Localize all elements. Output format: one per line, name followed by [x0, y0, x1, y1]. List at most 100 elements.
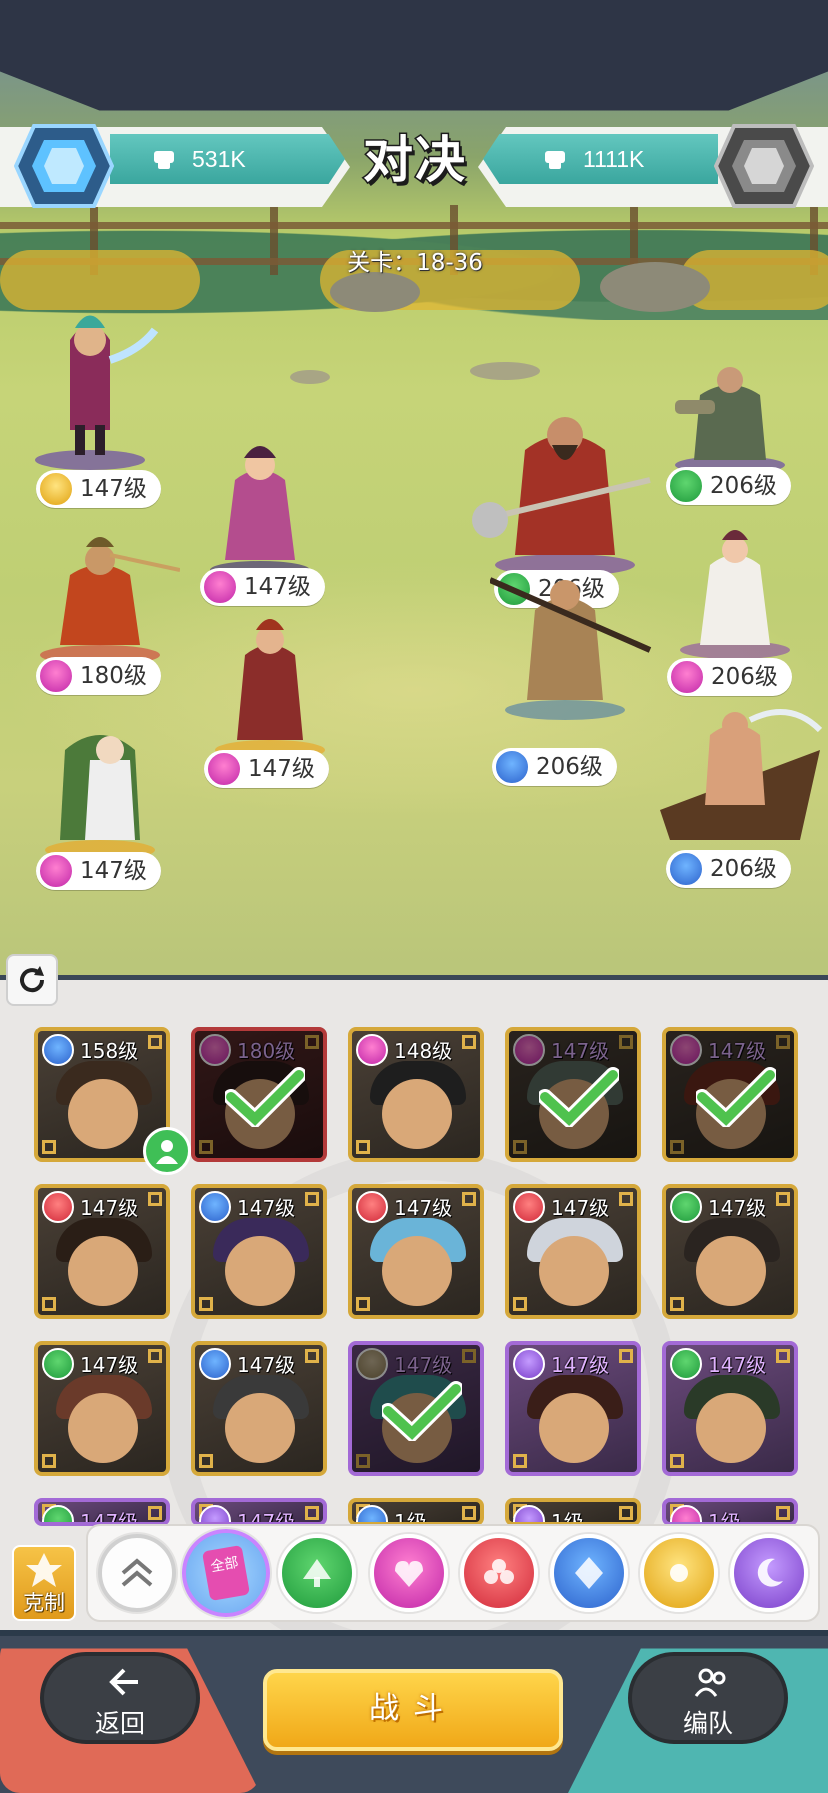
- refresh-button[interactable]: [6, 954, 58, 1006]
- heart-element-icon: [199, 1034, 231, 1066]
- hero-level: 147级: [708, 1039, 767, 1063]
- hero-level: 147级: [237, 1510, 296, 1526]
- fist-icon: [545, 151, 565, 169]
- hero-card[interactable]: 1级: [505, 1498, 641, 1526]
- hero-level: 147级: [237, 1196, 296, 1220]
- chevron-up-icon: [121, 1558, 153, 1587]
- unit-level-tag: 206级: [666, 850, 791, 888]
- unit-level: 147级: [80, 476, 147, 502]
- enemy-unit[interactable]: 206级: [660, 700, 828, 890]
- wood-element-icon: [42, 1348, 74, 1380]
- heart-element-icon: [670, 1505, 702, 1522]
- enemy-power: 1111K: [483, 134, 718, 184]
- water-element-icon: [42, 1034, 74, 1066]
- hero-card[interactable]: 147级: [34, 1184, 170, 1319]
- ally-unit[interactable]: 147级: [20, 300, 161, 508]
- moon-icon: [757, 1558, 783, 1587]
- filter-fire-button[interactable]: [460, 1534, 538, 1612]
- ally-unit[interactable]: 147级: [200, 610, 350, 790]
- heart-element-icon: [356, 1034, 388, 1066]
- enemy-unit[interactable]: 206级: [490, 560, 680, 786]
- arrow-left-icon: [109, 1668, 138, 1696]
- warrior-sprite: [35, 315, 159, 470]
- hero-card[interactable]: 147级: [34, 1341, 170, 1476]
- filter-wood-button[interactable]: [278, 1534, 356, 1612]
- grey-element-icon: [356, 1348, 388, 1380]
- team-icon: [694, 1668, 726, 1697]
- ally-unit[interactable]: 180级: [30, 525, 180, 705]
- enemy-unit[interactable]: 206级: [665, 520, 825, 700]
- hero-card[interactable]: 180级: [191, 1027, 327, 1162]
- unit-level-tag: 180级: [36, 657, 161, 695]
- hero-level: 158级: [80, 1039, 139, 1063]
- hero-level: 1级: [551, 1510, 584, 1526]
- heart-element-icon: [202, 569, 238, 605]
- warrior-sprite: [210, 446, 310, 579]
- hero-card[interactable]: 147级: [505, 1341, 641, 1476]
- heart-element-icon: [206, 751, 242, 787]
- warrior-sprite: [490, 577, 652, 720]
- hero-level: 147级: [80, 1353, 139, 1377]
- checkmark-icon: [382, 1381, 462, 1441]
- counter-button[interactable]: 克制: [12, 1545, 76, 1621]
- filter-heart-button[interactable]: [370, 1534, 448, 1612]
- hero-card[interactable]: 147级: [505, 1184, 641, 1319]
- refresh-icon: [20, 966, 45, 993]
- unit-level: 147级: [248, 756, 315, 782]
- hero-card[interactable]: 147级: [191, 1498, 327, 1526]
- filter-all-label: 全部: [201, 1544, 251, 1602]
- hero-card[interactable]: 147级: [348, 1341, 484, 1476]
- hero-level: 1级: [394, 1510, 427, 1526]
- filter-all-button[interactable]: 全部: [182, 1529, 270, 1617]
- hero-card[interactable]: 147级: [191, 1184, 327, 1319]
- unit-level: 147级: [80, 858, 147, 884]
- filter-dark-button[interactable]: [730, 1534, 808, 1612]
- wood-element-icon: [303, 1559, 331, 1587]
- player-power: 531K: [110, 134, 345, 184]
- hero-card[interactable]: 1级: [662, 1498, 798, 1526]
- hero-card[interactable]: 147级: [348, 1184, 484, 1319]
- top-bar: 531K 1111K 对决: [0, 0, 828, 208]
- water-element-icon: [199, 1348, 231, 1380]
- checkmark-icon: [225, 1067, 305, 1127]
- hero-card[interactable]: 147级: [191, 1341, 327, 1476]
- hero-card[interactable]: 148级: [348, 1027, 484, 1162]
- assist-badge: [143, 1127, 191, 1175]
- hero-card[interactable]: 147级: [662, 1341, 798, 1476]
- ally-unit[interactable]: 147级: [200, 430, 340, 610]
- team-button[interactable]: 编队: [628, 1652, 788, 1744]
- hero-level: 147级: [708, 1196, 767, 1220]
- filter-light-button[interactable]: [640, 1534, 718, 1612]
- heart-element-icon: [38, 658, 74, 694]
- unit-level-tag: 206级: [492, 748, 617, 786]
- water-element-icon: [668, 851, 704, 887]
- fight-button[interactable]: 战斗: [263, 1669, 563, 1751]
- light-element-icon: [38, 471, 74, 507]
- water-element-icon: [575, 1557, 603, 1589]
- back-label: 返回: [94, 1709, 145, 1738]
- hero-card[interactable]: 147级: [34, 1498, 170, 1526]
- fire-element-icon: [356, 1191, 388, 1223]
- hero-card[interactable]: 147级: [505, 1027, 641, 1162]
- ally-unit[interactable]: 147级: [30, 710, 180, 890]
- team-label: 编队: [682, 1709, 733, 1738]
- warrior-sprite: [680, 530, 790, 659]
- filter-water-button[interactable]: [550, 1534, 628, 1612]
- back-button[interactable]: 返回: [40, 1652, 200, 1744]
- collapse-filter-button[interactable]: [98, 1534, 176, 1612]
- hero-level: 147级: [551, 1196, 610, 1220]
- hero-card[interactable]: 1级: [348, 1498, 484, 1526]
- user-icon: [156, 1140, 178, 1164]
- wood-element-icon: [670, 1348, 702, 1380]
- warrior-sprite: [660, 709, 823, 840]
- hero-level: 147级: [394, 1196, 453, 1220]
- unit-level-tag: 206级: [667, 658, 792, 696]
- wood-element-icon: [668, 468, 704, 504]
- water-element-icon: [199, 1191, 231, 1223]
- enemy-rank-shield-icon: [714, 124, 814, 208]
- hero-card[interactable]: 147级: [662, 1184, 798, 1319]
- hero-card[interactable]: 147级: [662, 1027, 798, 1162]
- warrior-sprite: [215, 619, 325, 760]
- unit-level-tag: 147级: [36, 470, 161, 508]
- enemy-unit[interactable]: 206级: [660, 355, 820, 525]
